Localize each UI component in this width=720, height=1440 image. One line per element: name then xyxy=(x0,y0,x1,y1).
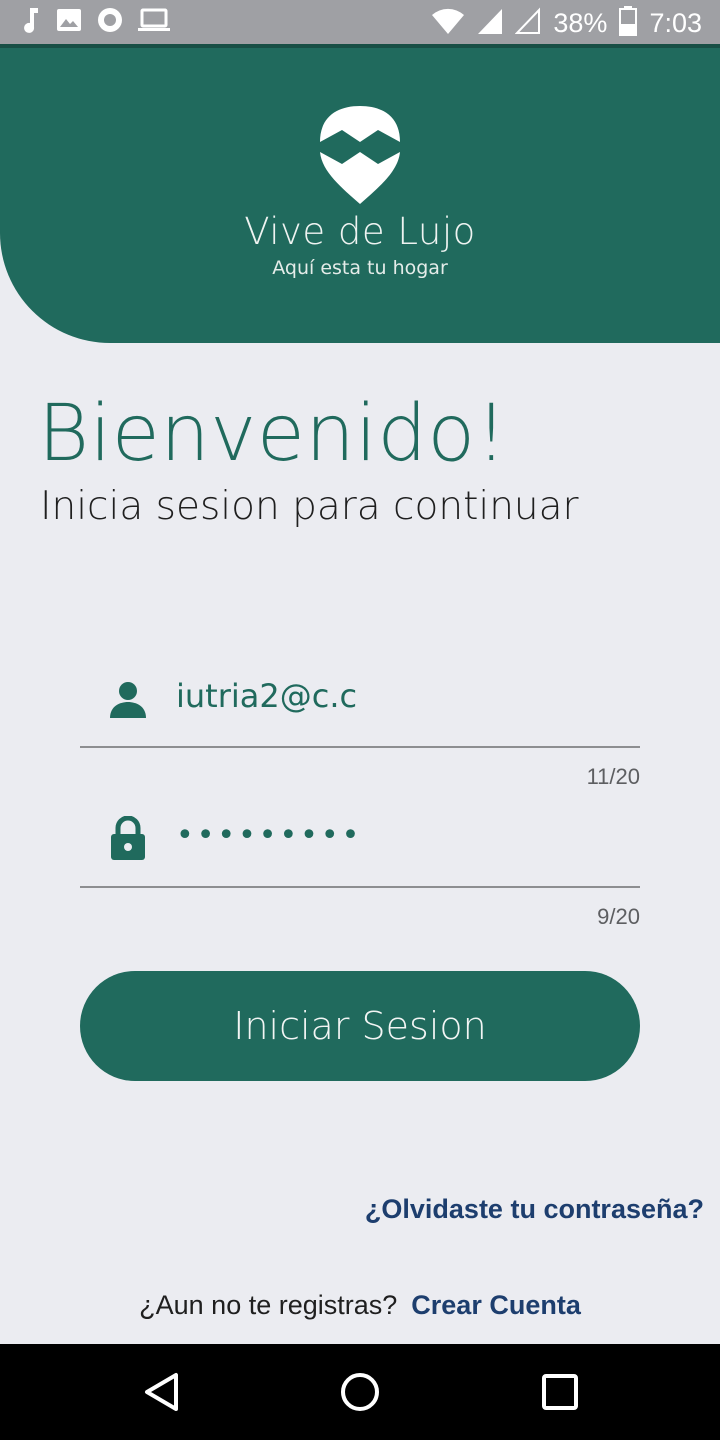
person-icon xyxy=(108,680,148,724)
brand-header: Vive de Lujo Aquí esta tu hogar xyxy=(0,44,720,343)
email-char-counter: 11/20 xyxy=(586,764,640,789)
email-underline xyxy=(80,746,640,748)
image-icon xyxy=(56,7,82,37)
register-prompt: ¿Aun no te registras? xyxy=(139,1290,398,1320)
login-button[interactable]: Iniciar Sesion xyxy=(80,971,640,1081)
home-pin-logo-icon xyxy=(318,106,402,206)
email-field[interactable]: iutria2@c.c xyxy=(80,658,640,748)
signal-icon xyxy=(477,7,503,39)
welcome-subtitle: Inicia sesion para continuar xyxy=(40,484,579,529)
welcome-title: Bienvenido! xyxy=(38,389,508,479)
system-nav-bar xyxy=(0,1344,720,1440)
password-field[interactable]: ••••••••• xyxy=(80,798,640,888)
wifi-icon xyxy=(431,7,465,39)
laptop-icon xyxy=(138,7,170,37)
battery-icon xyxy=(619,6,638,40)
password-char-counter: 9/20 xyxy=(597,904,640,929)
recents-icon[interactable] xyxy=(538,1370,582,1414)
status-bar: 38% 7:03 xyxy=(0,0,720,44)
battery-percent: 38% xyxy=(553,8,608,38)
login-screen: 38% 7:03 Vive de Lujo Aquí esta tu hogar… xyxy=(0,0,720,1440)
back-icon[interactable] xyxy=(140,1370,184,1414)
register-row: ¿Aun no te registras? Crear Cuenta xyxy=(0,1288,720,1322)
forgot-password-link[interactable]: ¿Olvidaste tu contraseña? xyxy=(365,1192,704,1226)
password-input-value[interactable]: ••••••••• xyxy=(176,816,362,856)
brand-name: Vive de Lujo xyxy=(244,210,476,253)
password-underline xyxy=(80,886,640,888)
home-icon[interactable] xyxy=(338,1370,382,1414)
lock-icon xyxy=(108,815,148,866)
clock: 7:03 xyxy=(649,8,702,38)
create-account-link[interactable]: Crear Cuenta xyxy=(411,1290,581,1320)
email-input-value[interactable]: iutria2@c.c xyxy=(176,676,357,716)
signal-empty-icon xyxy=(515,7,541,39)
record-icon xyxy=(96,6,124,38)
brand-tagline: Aquí esta tu hogar xyxy=(272,257,448,279)
music-note-icon xyxy=(20,6,42,38)
